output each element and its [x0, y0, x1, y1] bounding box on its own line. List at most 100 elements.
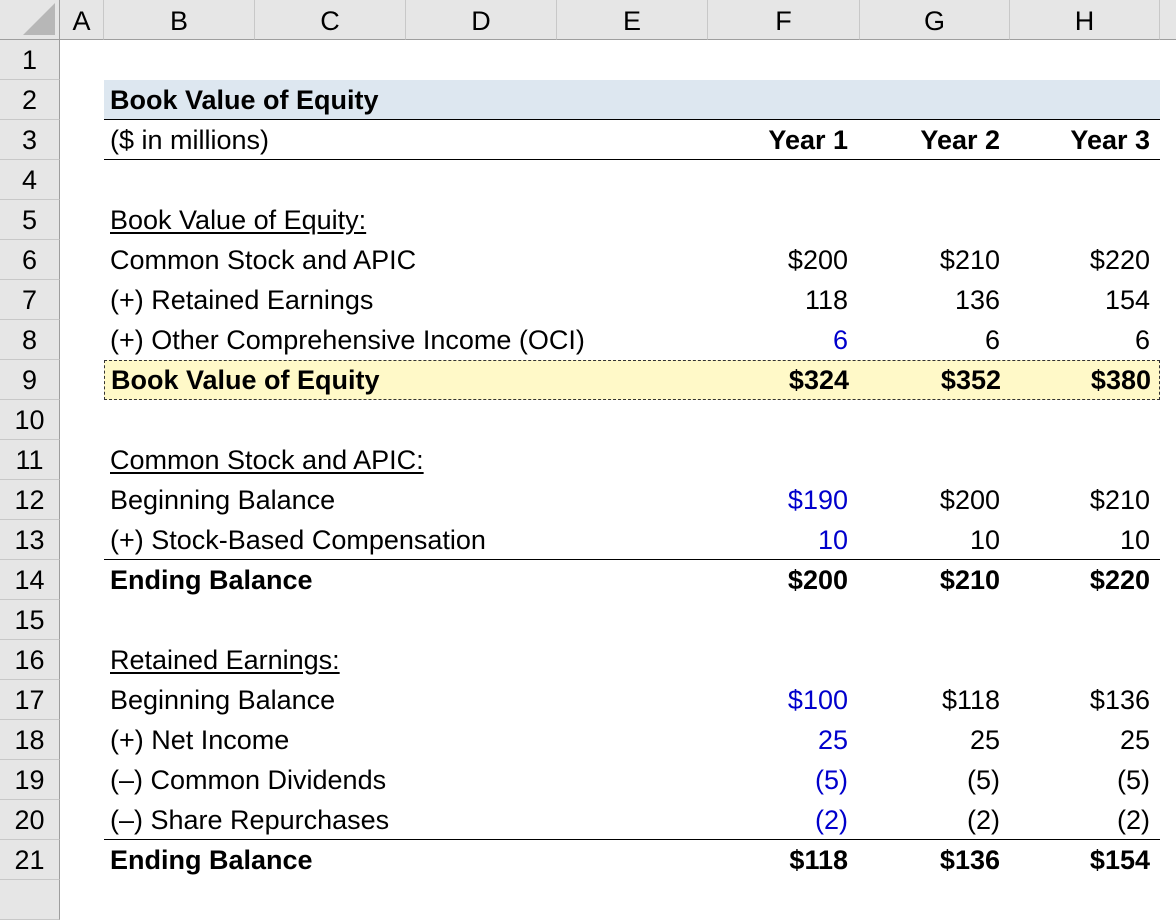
row-label[interactable]: (–) Common Dividends [110, 760, 386, 800]
total-row-apic: Ending Balance $200 $210 $220 [104, 559, 1160, 599]
column-header-i[interactable] [1160, 0, 1176, 40]
table-row: Common Stock and APIC $200 $210 $220 [104, 240, 1160, 280]
input-cell[interactable]: $190 [708, 480, 848, 520]
row-header[interactable]: 3 [0, 120, 60, 160]
value-cell[interactable]: 25 [1010, 720, 1150, 760]
column-header-h[interactable]: H [1010, 0, 1160, 40]
value-cell[interactable]: 136 [860, 280, 1000, 320]
total-value[interactable]: $210 [860, 560, 1000, 600]
row-header[interactable]: 8 [0, 320, 60, 360]
table-row: Beginning Balance $100 $118 $136 [104, 680, 1160, 720]
row-header[interactable]: 21 [0, 840, 60, 880]
value-cell[interactable]: 154 [1010, 280, 1150, 320]
section-header-row: Retained Earnings: [104, 640, 1160, 680]
value-cell[interactable]: (5) [1010, 760, 1150, 800]
row-label[interactable]: Beginning Balance [110, 480, 335, 520]
row-header[interactable]: 12 [0, 480, 60, 520]
total-row-book-value: Book Value of Equity $324 $352 $380 [104, 360, 1160, 400]
total-value[interactable]: $220 [1010, 560, 1150, 600]
row-header[interactable]: 15 [0, 600, 60, 640]
total-value[interactable]: $380 [1011, 360, 1151, 400]
row-header[interactable]: 7 [0, 280, 60, 320]
value-cell[interactable]: (2) [1010, 800, 1150, 840]
row-label[interactable]: (+) Other Comprehensive Income (OCI) [110, 320, 585, 360]
input-cell[interactable]: 10 [708, 520, 848, 560]
units-row: ($ in millions) Year 1 Year 2 Year 3 [104, 120, 1160, 160]
row-label[interactable]: Common Stock and APIC [110, 240, 416, 280]
value-cell[interactable]: $200 [860, 480, 1000, 520]
title-row: Book Value of Equity [104, 80, 1160, 120]
row-header[interactable]: 20 [0, 800, 60, 840]
total-value[interactable]: $324 [709, 360, 849, 400]
row-header[interactable]: 5 [0, 200, 60, 240]
value-cell[interactable]: $200 [708, 240, 848, 280]
row-header[interactable]: 13 [0, 520, 60, 560]
input-cell[interactable]: 25 [708, 720, 848, 760]
input-cell[interactable]: (2) [708, 800, 848, 840]
total-value[interactable]: $154 [1010, 840, 1150, 880]
value-cell[interactable]: (5) [860, 760, 1000, 800]
total-label[interactable]: Book Value of Equity [111, 360, 380, 400]
row-label[interactable]: (–) Share Repurchases [110, 800, 389, 840]
value-cell[interactable]: 10 [860, 520, 1000, 560]
row-header[interactable]: 9 [0, 360, 60, 400]
column-header-a[interactable]: A [60, 0, 104, 40]
table-row: (+) Stock-Based Compensation 10 10 10 [104, 520, 1160, 560]
value-cell[interactable]: (2) [860, 800, 1000, 840]
row-header[interactable]: 1 [0, 40, 60, 80]
total-value[interactable]: $136 [860, 840, 1000, 880]
section-header[interactable]: Book Value of Equity: [110, 200, 366, 240]
value-cell[interactable]: $136 [1010, 680, 1150, 720]
row-header[interactable]: 10 [0, 400, 60, 440]
total-label[interactable]: Ending Balance [110, 560, 313, 600]
column-header-b[interactable]: B [104, 0, 255, 40]
row-header[interactable] [0, 880, 60, 920]
row-header[interactable]: 16 [0, 640, 60, 680]
year-header[interactable]: Year 2 [860, 120, 1000, 160]
column-header-f[interactable]: F [708, 0, 860, 40]
year-header[interactable]: Year 3 [1010, 120, 1150, 160]
row-label[interactable]: (+) Net Income [110, 720, 289, 760]
row-header[interactable]: 2 [0, 80, 60, 120]
total-value[interactable]: $200 [708, 560, 848, 600]
value-cell[interactable]: 10 [1010, 520, 1150, 560]
section-header[interactable]: Common Stock and APIC: [110, 440, 424, 480]
total-value[interactable]: $118 [708, 840, 848, 880]
total-row-retained-earnings: Ending Balance $118 $136 $154 [104, 839, 1160, 879]
section-header[interactable]: Retained Earnings: [110, 640, 340, 680]
table-row: (+) Other Comprehensive Income (OCI) 6 6… [104, 320, 1160, 360]
value-cell[interactable]: 6 [860, 320, 1000, 360]
value-cell[interactable]: 25 [860, 720, 1000, 760]
row-label[interactable]: (+) Stock-Based Compensation [110, 520, 486, 560]
sheet-title[interactable]: Book Value of Equity [110, 80, 379, 120]
row-header[interactable]: 6 [0, 240, 60, 280]
row-header[interactable]: 4 [0, 160, 60, 200]
column-header-c[interactable]: C [255, 0, 406, 40]
total-value[interactable]: $352 [861, 360, 1001, 400]
row-header[interactable]: 19 [0, 760, 60, 800]
row-header[interactable]: 14 [0, 560, 60, 600]
row-label[interactable]: (+) Retained Earnings [110, 280, 373, 320]
total-label[interactable]: Ending Balance [110, 840, 313, 880]
value-cell[interactable]: $118 [860, 680, 1000, 720]
value-cell[interactable]: $210 [1010, 480, 1150, 520]
units-label[interactable]: ($ in millions) [110, 120, 269, 160]
value-cell[interactable]: $220 [1010, 240, 1150, 280]
column-header-e[interactable]: E [557, 0, 708, 40]
row-label[interactable]: Beginning Balance [110, 680, 335, 720]
row-header[interactable]: 17 [0, 680, 60, 720]
input-cell[interactable]: 6 [708, 320, 848, 360]
value-cell[interactable]: 6 [1010, 320, 1150, 360]
year-header[interactable]: Year 1 [708, 120, 848, 160]
table-row: (+) Net Income 25 25 25 [104, 720, 1160, 760]
select-all-corner[interactable] [0, 0, 60, 40]
input-cell[interactable]: $100 [708, 680, 848, 720]
row-header[interactable]: 11 [0, 440, 60, 480]
section-header-row: Common Stock and APIC: [104, 440, 1160, 480]
value-cell[interactable]: 118 [708, 280, 848, 320]
value-cell[interactable]: $210 [860, 240, 1000, 280]
column-header-d[interactable]: D [406, 0, 557, 40]
input-cell[interactable]: (5) [708, 760, 848, 800]
column-header-g[interactable]: G [860, 0, 1010, 40]
row-header[interactable]: 18 [0, 720, 60, 760]
